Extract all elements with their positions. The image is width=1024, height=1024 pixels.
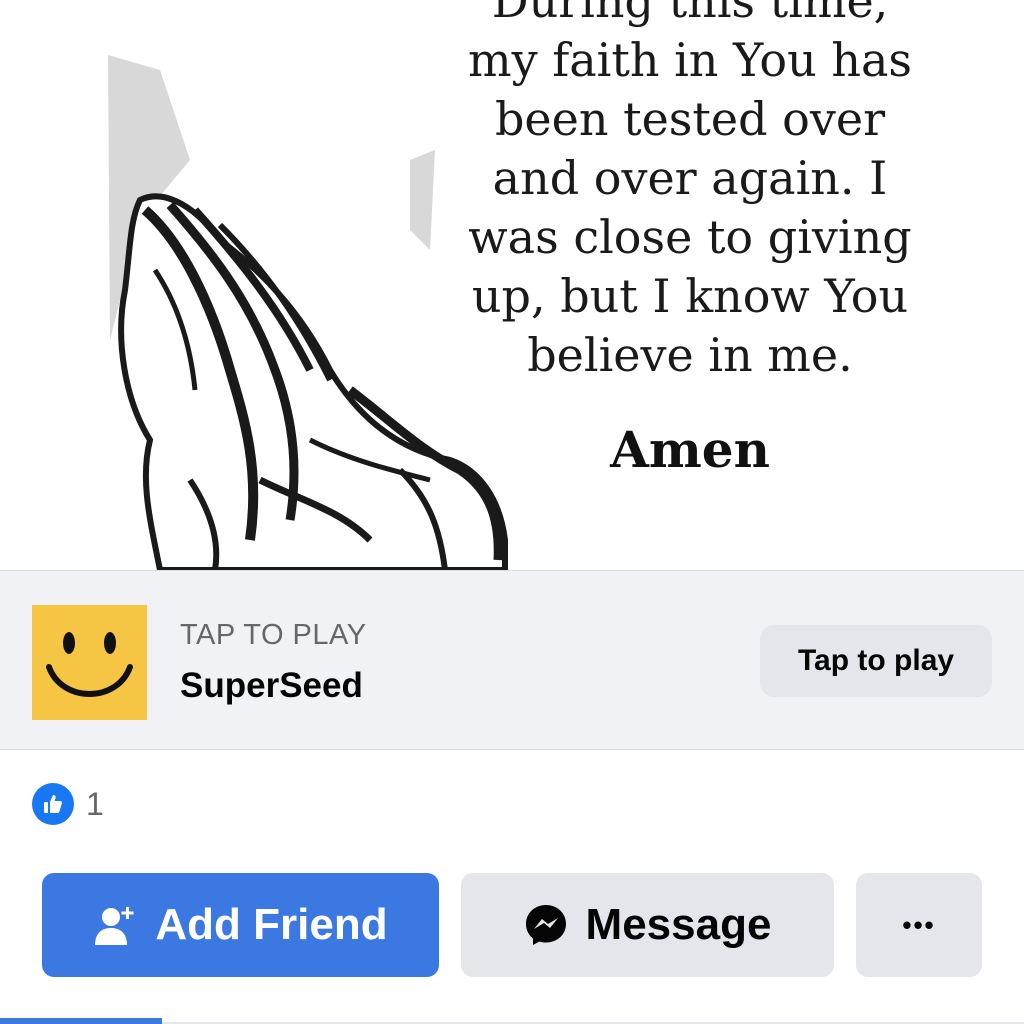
more-icon: •••: [902, 909, 936, 940]
tap-to-play-button[interactable]: Tap to play: [760, 625, 992, 697]
active-tab-indicator: [0, 1018, 162, 1024]
like-count: 1: [86, 785, 104, 822]
prayer-line: my faith in You has: [467, 33, 913, 87]
game-title[interactable]: SuperSeed: [180, 666, 363, 706]
smiley-face-icon[interactable]: [32, 605, 147, 720]
prayer-closing: Amen: [610, 420, 770, 479]
like-icon: [32, 783, 74, 825]
message-label: Message: [585, 900, 772, 949]
prayer-text: During this time, my faith in You has be…: [420, 0, 960, 385]
more-options-button[interactable]: •••: [856, 873, 982, 977]
prayer-line: During this time,: [491, 0, 889, 28]
prayer-line: and over again. I: [492, 151, 888, 205]
add-person-icon: [93, 903, 137, 947]
add-friend-button[interactable]: Add Friend: [42, 873, 439, 977]
prayer-line: was close to giving: [468, 210, 912, 264]
messenger-icon: [524, 903, 568, 947]
reactions-summary[interactable]: 1: [32, 782, 104, 826]
post-image[interactable]: During this time, my faith in You has be…: [0, 0, 1024, 570]
add-friend-label: Add Friend: [155, 900, 388, 949]
prayer-line: up, but I know You: [471, 269, 909, 323]
prayer-line: been tested over: [494, 92, 886, 146]
prayer-line: believe in me.: [527, 328, 853, 382]
instant-game-bar[interactable]: TAP TO PLAY SuperSeed Tap to play: [0, 570, 1024, 750]
game-kicker-label: TAP TO PLAY: [180, 619, 367, 651]
message-button[interactable]: Message: [461, 873, 834, 977]
